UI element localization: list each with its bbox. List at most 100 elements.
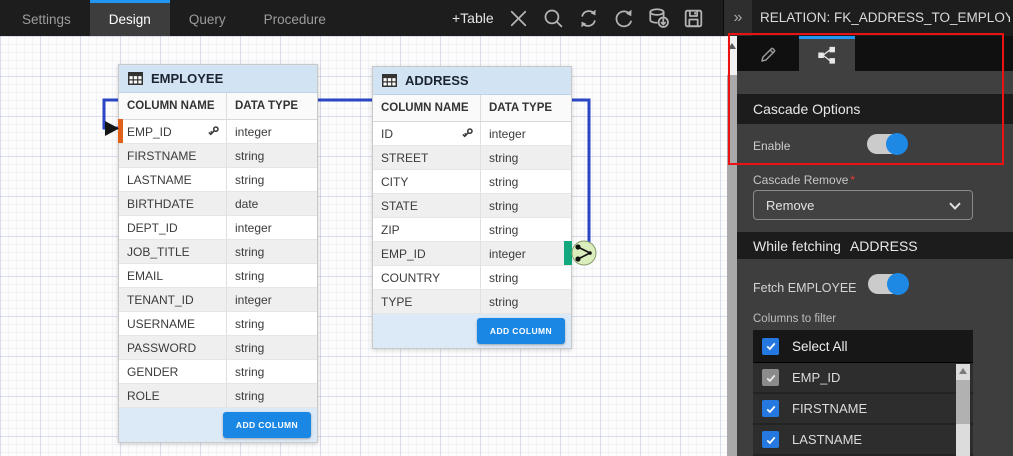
table-row-tenant_id[interactable]: TENANT_ID integer — [119, 288, 317, 312]
table-row-emp_id[interactable]: EMP_IDinteger — [119, 120, 317, 144]
relation-connector-line — [0, 36, 727, 456]
sync-icon[interactable] — [575, 5, 602, 32]
column-type: string — [226, 360, 317, 383]
table-row-dept_id[interactable]: DEPT_ID integer — [119, 216, 317, 240]
table-row-firstname[interactable]: FIRSTNAMEstring — [119, 144, 317, 168]
topbar: SettingsDesignQueryProcedure +Table — [0, 0, 1013, 36]
column-type: integer — [226, 216, 317, 239]
schema-canvas[interactable]: EMPLOYEE COLUMN NAME DATA TYPE EMP_IDint… — [0, 36, 727, 456]
toolbar-icons — [505, 5, 707, 32]
scrollbar-thumb[interactable] — [727, 75, 737, 456]
add-column-button[interactable]: ADD COLUMN — [223, 412, 311, 438]
table-row-type[interactable]: TYPEstring — [373, 290, 571, 314]
filter-item-label: LASTNAME — [792, 432, 862, 447]
table-column-headers: COLUMN NAME DATA TYPE — [373, 95, 571, 122]
column-type: string — [480, 194, 571, 217]
fk-target-marker-orange — [118, 119, 123, 143]
fetching-table-name: ADDRESS — [850, 238, 918, 254]
columns-to-filter-label: Columns to filter — [753, 313, 836, 325]
column-type: string — [480, 266, 571, 289]
table-row-id[interactable]: IDinteger — [373, 122, 571, 146]
app-window: SettingsDesignQueryProcedure +Table — [0, 0, 1013, 456]
table-row-emp_id[interactable]: EMP_IDinteger — [373, 242, 571, 266]
table-row-lastname[interactable]: LASTNAMEstring — [119, 168, 317, 192]
column-name: COUNTRY — [381, 271, 440, 285]
tab-edit-pencil-icon[interactable] — [737, 36, 799, 71]
table-title: EMPLOYEE — [151, 71, 223, 86]
filter-item-label: FIRSTNAME — [792, 401, 867, 416]
database-export-icon[interactable] — [645, 5, 672, 32]
table-row-city[interactable]: CITY string — [373, 170, 571, 194]
primary-key-icon — [461, 127, 474, 140]
table-row-username[interactable]: USERNAMEstring — [119, 312, 317, 336]
table-row-zip[interactable]: ZIPstring — [373, 218, 571, 242]
column-name: PASSWORD — [127, 341, 196, 355]
column-name: STATE — [381, 199, 418, 213]
tab-relation-icon[interactable] — [799, 36, 855, 71]
fetch-employee-toggle[interactable] — [868, 274, 908, 294]
column-name: TENANT_ID — [127, 293, 194, 307]
column-type: string — [226, 336, 317, 359]
table-row-state[interactable]: STATE string — [373, 194, 571, 218]
table-column-headers: COLUMN NAME DATA TYPE — [119, 93, 317, 120]
checkbox-firstname[interactable] — [762, 400, 779, 417]
filter-list-scrollbar[interactable] — [956, 364, 970, 456]
relation-cardinality-icon — [572, 241, 596, 265]
table-row-job_title[interactable]: JOB_TITLEstring — [119, 240, 317, 264]
topbar-tab-settings[interactable]: Settings — [3, 0, 90, 36]
scroll-up-arrow-icon[interactable] — [728, 43, 736, 49]
panel-collapse-icon[interactable]: » — [723, 0, 752, 36]
column-type: string — [480, 170, 571, 193]
table-grid-icon — [382, 74, 397, 87]
table-grid-icon — [128, 72, 143, 85]
column-type: integer — [226, 288, 317, 311]
topbar-tab-query[interactable]: Query — [170, 0, 245, 36]
save-icon[interactable] — [680, 5, 707, 32]
data-type-header: DATA TYPE — [480, 95, 571, 121]
relation-properties-panel: Cascade Options Enable Cascade Remove* R… — [737, 36, 1013, 456]
fetch-employee-label: Fetch EMPLOYEE — [753, 281, 857, 295]
select-all-checkbox[interactable] — [762, 338, 779, 355]
close-icon[interactable] — [505, 5, 532, 32]
filter-item-lastname[interactable]: LASTNAME — [753, 425, 973, 456]
filter-item-emp_id[interactable]: EMP_ID — [753, 363, 973, 394]
column-name: TYPE — [381, 295, 412, 309]
column-type: string — [226, 312, 317, 335]
table-row-password[interactable]: PASSWORD string — [119, 336, 317, 360]
filter-items: EMP_ID FIRSTNAME LASTNAME — [753, 363, 973, 456]
relation-arrowhead-icon — [105, 121, 119, 136]
table-row-email[interactable]: EMAILstring — [119, 264, 317, 288]
table-address-header[interactable]: ADDRESS — [373, 67, 571, 95]
add-column-button[interactable]: ADD COLUMN — [477, 318, 565, 344]
panel-scrollbar[interactable] — [727, 36, 737, 456]
table-rows: EMP_IDintegerFIRSTNAMEstringLASTNAMEstri… — [119, 120, 317, 408]
table-row-street[interactable]: STREETstring — [373, 146, 571, 170]
column-name: ZIP — [381, 223, 400, 237]
column-name: DEPT_ID — [127, 221, 178, 235]
table-row-birthdate[interactable]: BIRTHDATEdate — [119, 192, 317, 216]
table-address: ADDRESS COLUMN NAME DATA TYPE IDintegerS… — [372, 66, 572, 349]
cascade-enable-toggle[interactable] — [867, 134, 907, 154]
checkbox-emp_id[interactable] — [762, 369, 779, 386]
filter-item-firstname[interactable]: FIRSTNAME — [753, 394, 973, 425]
add-table-button[interactable]: +Table — [452, 0, 494, 36]
topbar-tab-design[interactable]: Design — [90, 0, 170, 36]
table-row-gender[interactable]: GENDER string — [119, 360, 317, 384]
redo-icon[interactable] — [610, 5, 637, 32]
column-name: GENDER — [127, 365, 178, 379]
table-row-country[interactable]: COUNTRY string — [373, 266, 571, 290]
data-type-header: DATA TYPE — [226, 93, 317, 119]
column-name: CITY — [381, 175, 408, 189]
column-name: FIRSTNAME — [127, 149, 196, 163]
scrollbar-thumb[interactable] — [956, 380, 970, 424]
table-row-role[interactable]: ROLEstring — [119, 384, 317, 408]
cascade-remove-select[interactable]: Remove — [753, 190, 973, 220]
relation-panel-title: RELATION: FK_ADDRESS_TO_EMPLOY... — [760, 0, 1010, 36]
checkbox-lastname[interactable] — [762, 431, 779, 448]
scroll-up-arrow-icon[interactable] — [959, 368, 967, 374]
topbar-tab-procedure[interactable]: Procedure — [245, 0, 345, 36]
select-all-row[interactable]: Select All — [753, 330, 973, 363]
search-icon[interactable] — [540, 5, 567, 32]
column-name: EMAIL — [127, 269, 163, 283]
table-employee-header[interactable]: EMPLOYEE — [119, 65, 317, 93]
